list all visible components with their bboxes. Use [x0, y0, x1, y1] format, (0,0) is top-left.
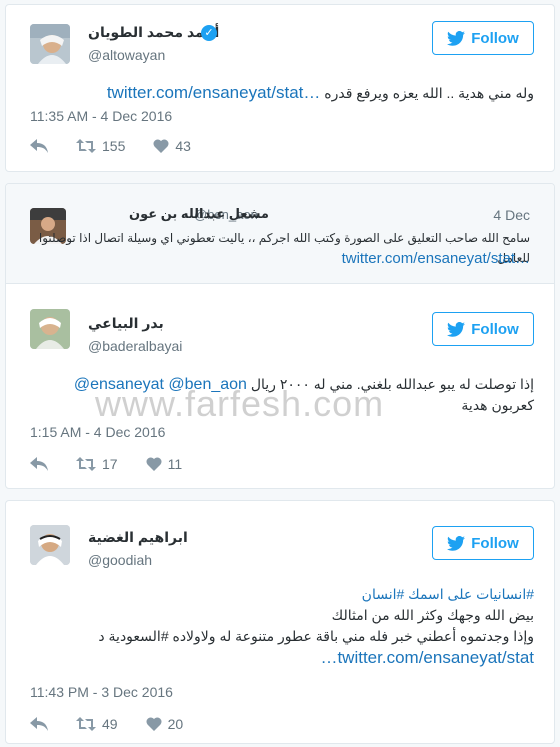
author-name[interactable]: ابراهيم الغضية [88, 529, 188, 546]
heart-icon [146, 457, 162, 471]
tweet-text: وله مني هدية .. الله يعزه ويرفع قدره twi… [24, 83, 534, 103]
tweet-link[interactable]: twitter.com/ensaneyat/stat… [107, 83, 321, 102]
retweet-count: 17 [102, 456, 118, 472]
follow-label: Follow [471, 534, 519, 552]
like-count: 11 [167, 456, 183, 472]
tweet-timestamp[interactable]: 1:15 AM - 4 Dec 2016 [30, 424, 165, 440]
reply-icon [30, 457, 48, 471]
avatar[interactable] [30, 24, 70, 64]
tweet-timestamp[interactable]: 11:35 AM - 4 Dec 2016 [30, 108, 172, 124]
like-button[interactable]: 20 [146, 716, 184, 732]
twitter-bird-icon [447, 30, 466, 46]
tweet-body-line2: وإذا وجدتموه أعطني خبر فله مني باقة عطور… [98, 628, 534, 644]
tweet-timestamp[interactable]: 11:43 PM - 3 Dec 2016 [30, 684, 173, 700]
tweet-body-line2: كعربون هدية [461, 397, 534, 413]
author-name[interactable]: بدر البياعي [88, 315, 164, 332]
quoted-date[interactable]: 4 Dec [493, 207, 530, 223]
retweet-icon [76, 457, 96, 471]
tweet-card: ابراهيم الغضية @goodiah Follow #انسانيات… [5, 500, 555, 744]
follow-label: Follow [471, 320, 519, 338]
follow-button[interactable]: Follow [432, 526, 534, 560]
tweet-hashtags[interactable]: #انسانيات على اسمك #انسان [24, 584, 534, 605]
tweet-body-line1: إذا توصلت له يبو عبدالله بلغني. مني له ٢… [250, 376, 534, 392]
tweet-card: أحمد محمد الطويان ✓ @altowayan Follow ول… [5, 4, 555, 172]
retweet-button[interactable]: 155 [76, 138, 125, 154]
author-handle[interactable]: @baderalbayai [88, 338, 182, 354]
like-button[interactable]: 43 [153, 138, 191, 154]
reply-button[interactable] [30, 139, 48, 153]
tweet-body-line1: بيض الله وجهك وكثر الله من امثالك [331, 607, 534, 623]
retweet-button[interactable]: 49 [76, 716, 118, 732]
reply-icon [30, 139, 48, 153]
tweet-actions: 17 11 [30, 456, 210, 472]
follow-button[interactable]: Follow [432, 21, 534, 55]
tweet-text: إذا توصلت له يبو عبدالله بلغني. مني له ٢… [24, 374, 534, 415]
follow-button[interactable]: Follow [432, 312, 534, 346]
like-button[interactable]: 11 [146, 456, 183, 472]
tweet-card: @ben_aon مشعل عبدالله بن عون 4 Dec سامح … [5, 183, 555, 489]
like-count: 20 [167, 716, 184, 732]
tweet-actions: 49 20 [30, 716, 211, 732]
retweet-count: 49 [102, 716, 118, 732]
heart-icon [146, 717, 162, 731]
tweet-body: وله مني هدية .. الله يعزه ويرفع قدره [324, 85, 534, 101]
quoted-tweet[interactable]: @ben_aon مشعل عبدالله بن عون 4 Dec سامح … [6, 184, 554, 284]
author-handle[interactable]: @altowayan [88, 47, 165, 63]
avatar[interactable] [30, 309, 70, 349]
author-handle[interactable]: @goodiah [88, 552, 152, 568]
twitter-bird-icon [447, 321, 466, 337]
retweet-icon [76, 139, 96, 153]
avatar[interactable] [30, 525, 70, 565]
tweet-actions: 155 43 [30, 138, 219, 154]
quoted-link[interactable]: twitter.com/ensaneyat/stat… [342, 250, 530, 267]
tweet-text: #انسانيات على اسمك #انسان بيض الله وجهك … [24, 584, 534, 668]
retweet-count: 155 [102, 138, 126, 154]
heart-icon [153, 139, 169, 153]
tweet-mentions[interactable]: @ensaneyat @ben_aon [74, 376, 247, 393]
quoted-author-name[interactable]: مشعل عبدالله بن عون [129, 206, 269, 222]
twitter-bird-icon [447, 535, 466, 551]
reply-button[interactable] [30, 457, 48, 471]
reply-button[interactable] [30, 717, 48, 731]
tweet-link[interactable]: twitter.com/ensaneyat/stat… [24, 647, 534, 668]
retweet-icon [76, 717, 96, 731]
reply-icon [30, 717, 48, 731]
follow-label: Follow [471, 29, 519, 47]
verified-badge-icon: ✓ [201, 25, 217, 41]
retweet-button[interactable]: 17 [76, 456, 118, 472]
like-count: 43 [175, 138, 191, 154]
author-name[interactable]: أحمد محمد الطويان [88, 24, 219, 41]
